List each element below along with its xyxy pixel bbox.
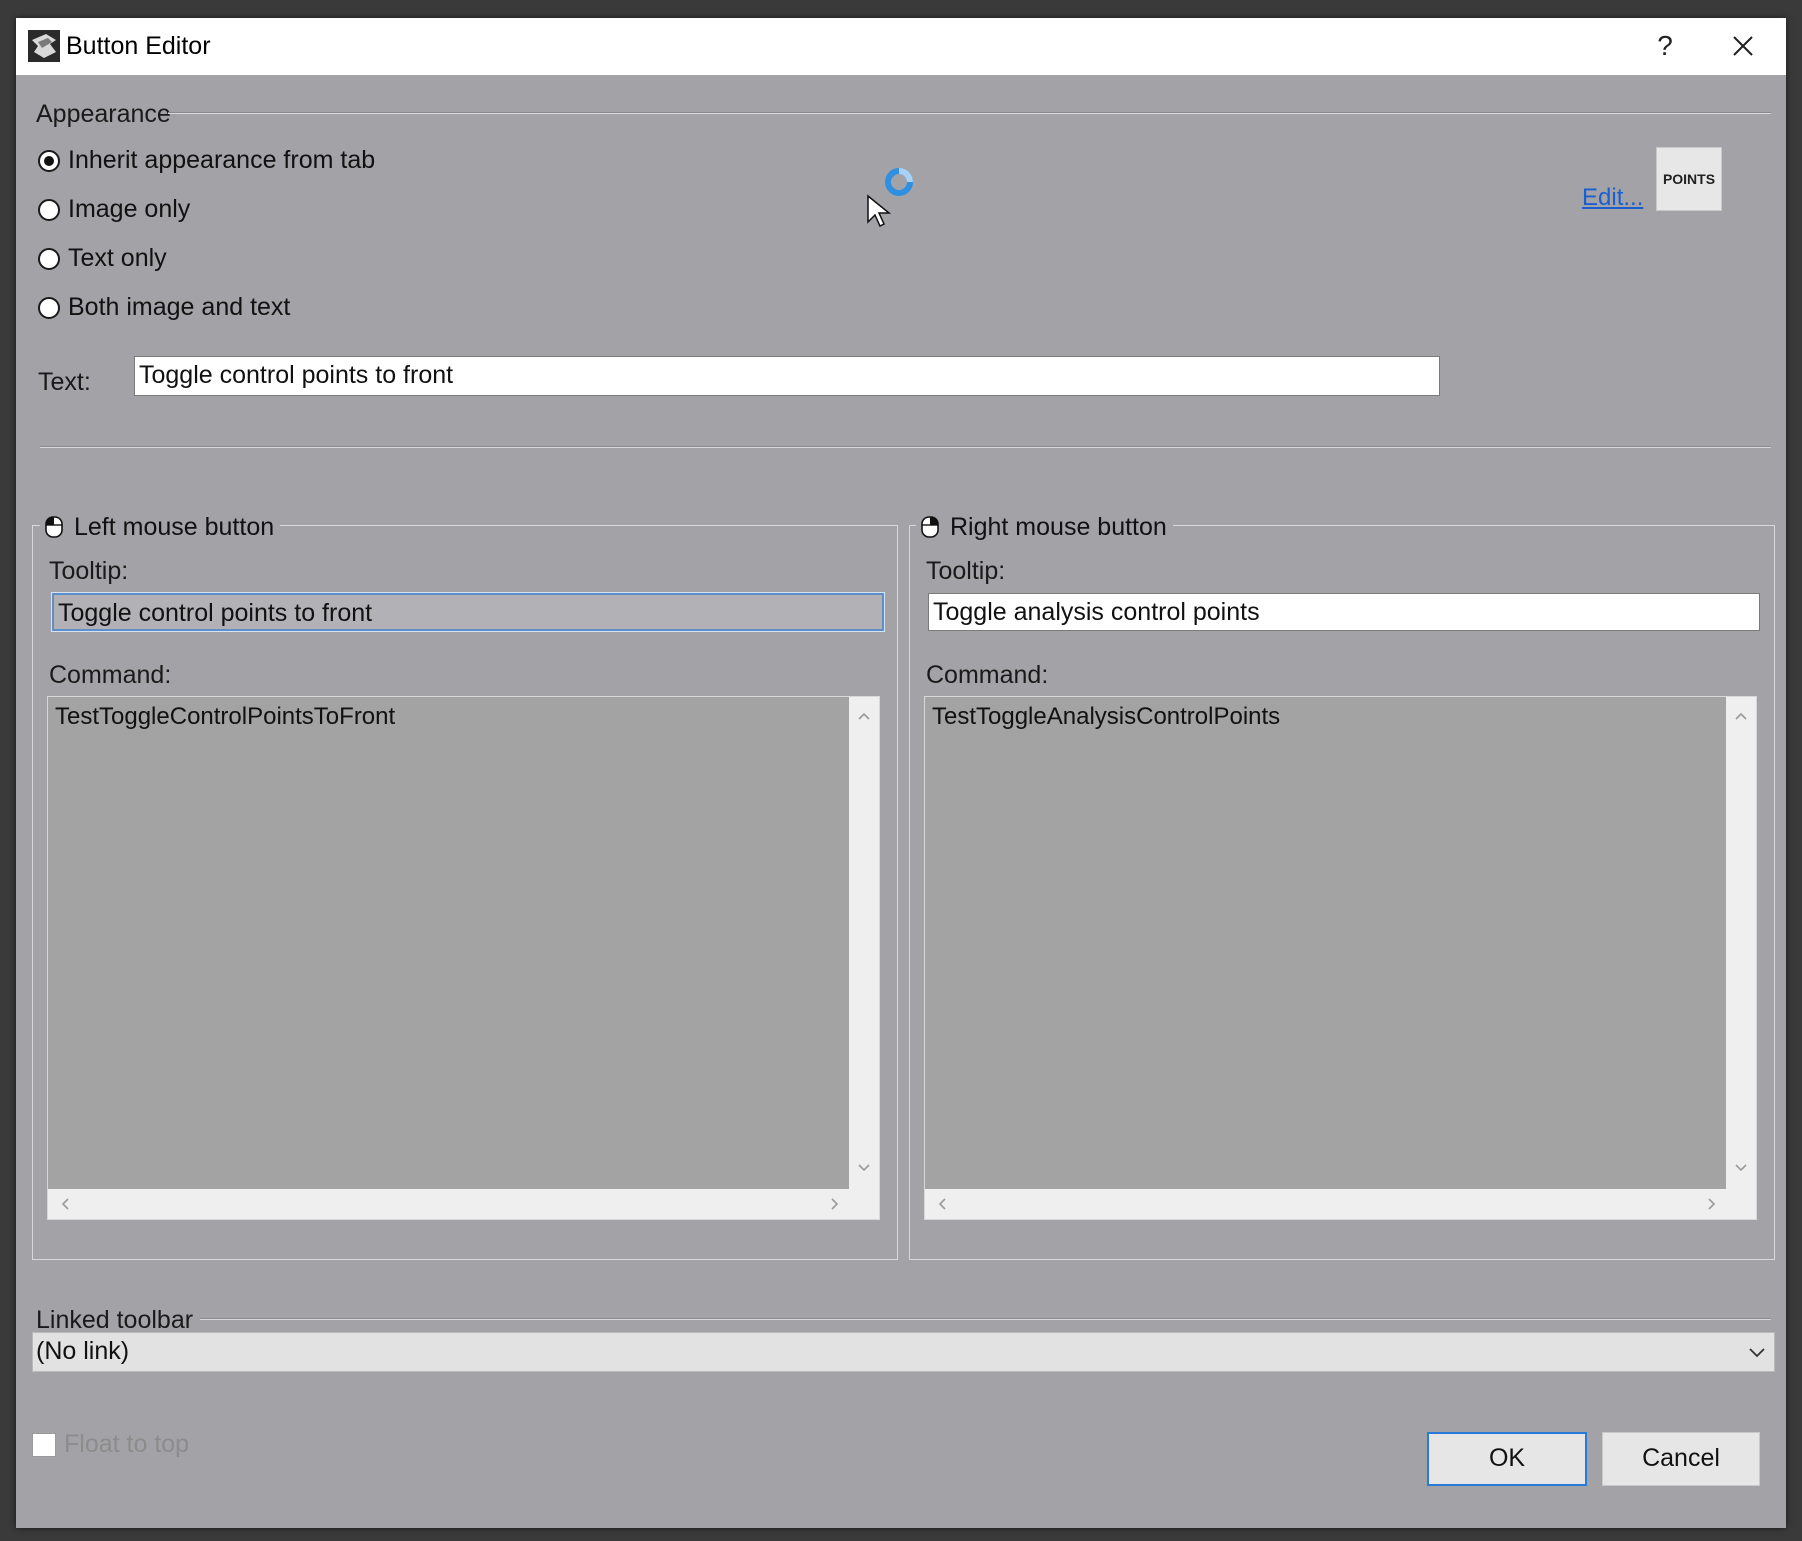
radio-label: Inherit appearance from tab (68, 146, 376, 174)
linked-toolbar-selected-value: (No link) (36, 1337, 130, 1365)
right-command-text: TestToggleAnalysisControlPoints (932, 703, 1281, 730)
appearance-bottom-divider (40, 446, 1771, 448)
radio-button-selected[interactable] (38, 149, 60, 172)
left-command-text: TestToggleControlPointsToFront (55, 703, 396, 730)
float-to-top-label: Float to top (64, 1430, 190, 1458)
rhino-app-icon (28, 30, 60, 62)
scroll-down-icon[interactable] (857, 1161, 871, 1175)
right-command-label: Command: (926, 661, 1049, 689)
help-button[interactable]: ? (1636, 24, 1694, 68)
radio-label: Both image and text (68, 293, 291, 321)
left-mouse-icon (45, 516, 63, 538)
linked-toolbar-section-label: Linked toolbar (36, 1306, 194, 1334)
left-tooltip-input[interactable]: Toggle control points to front (51, 592, 885, 632)
busy-cursor-icon (867, 168, 913, 228)
linked-toolbar-dropdown[interactable]: (No link) (32, 1332, 1775, 1372)
left-mouse-title: Left mouse button (74, 512, 275, 541)
right-tooltip-label: Tooltip: (926, 557, 1006, 585)
left-command-label: Command: (49, 661, 172, 689)
appearance-divider (168, 112, 1771, 114)
window-title: Button Editor (66, 32, 211, 60)
linked-toolbar-divider (200, 1318, 1771, 1320)
radio-button[interactable] (38, 247, 60, 270)
cancel-button[interactable]: Cancel (1602, 1432, 1760, 1486)
right-vertical-scrollbar[interactable] (1726, 697, 1756, 1189)
right-mouse-title: Right mouse button (950, 512, 1167, 541)
scroll-right-icon[interactable] (828, 1197, 842, 1211)
text-label: Text: (38, 368, 91, 396)
chevron-down-icon[interactable] (1748, 1345, 1766, 1359)
close-icon[interactable] (1714, 24, 1772, 68)
button-editor-dialog: Button Editor ? Appearance Inherit appea… (16, 18, 1786, 1528)
radio-button[interactable] (38, 198, 60, 221)
right-command-textarea[interactable]: TestToggleAnalysisControlPoints (924, 696, 1757, 1220)
radio-button[interactable] (38, 296, 60, 319)
right-mouse-icon (921, 516, 939, 538)
scroll-right-icon[interactable] (1705, 1197, 1719, 1211)
radio-text-only[interactable]: Text only (38, 244, 167, 273)
left-mouse-group-title: Left mouse button (40, 510, 281, 544)
scroll-up-icon[interactable] (857, 709, 871, 723)
appearance-section-label: Appearance (36, 100, 171, 128)
button-preview-image: POINTS (1656, 147, 1722, 211)
scroll-left-icon[interactable] (935, 1197, 949, 1211)
radio-label: Text only (68, 244, 167, 272)
float-to-top-option[interactable]: Float to top (32, 1430, 189, 1459)
right-mouse-group-title: Right mouse button (916, 510, 1173, 544)
right-horizontal-scrollbar[interactable] (925, 1189, 1756, 1219)
scroll-left-icon[interactable] (58, 1197, 72, 1211)
radio-label: Image only (68, 195, 191, 223)
radio-image-only[interactable]: Image only (38, 195, 190, 224)
float-to-top-checkbox[interactable] (32, 1432, 56, 1457)
left-tooltip-label: Tooltip: (49, 557, 129, 585)
title-bar[interactable]: Button Editor ? (16, 18, 1786, 75)
left-vertical-scrollbar[interactable] (849, 697, 879, 1189)
left-horizontal-scrollbar[interactable] (48, 1189, 879, 1219)
radio-both-image-text[interactable]: Both image and text (38, 293, 290, 322)
scroll-up-icon[interactable] (1734, 709, 1748, 723)
edit-image-link[interactable]: Edit... (1582, 184, 1643, 212)
scroll-down-icon[interactable] (1734, 1161, 1748, 1175)
right-tooltip-input[interactable]: Toggle analysis control points (928, 593, 1760, 631)
button-text-input[interactable]: Toggle control points to front (134, 356, 1440, 396)
ok-button[interactable]: OK (1427, 1432, 1587, 1486)
radio-inherit-appearance[interactable]: Inherit appearance from tab (38, 146, 375, 175)
left-command-textarea[interactable]: TestToggleControlPointsToFront (47, 696, 880, 1220)
